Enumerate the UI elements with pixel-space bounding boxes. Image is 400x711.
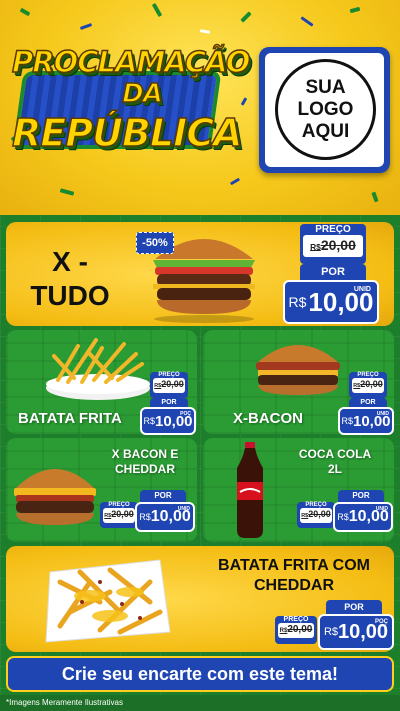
item-price: R$ 10,00 POÇ xyxy=(318,614,394,650)
confetti xyxy=(371,191,379,203)
item-name: BATATA FRITA COM CHEDDAR xyxy=(218,557,370,594)
logo-inner: SUA LOGO AQUI xyxy=(265,53,384,167)
featured-name-line-1: X - xyxy=(52,246,88,277)
event-title: PROCLAMAÇÃO DA REPÚBLICA xyxy=(11,44,251,175)
cheese-fries-image xyxy=(45,559,171,643)
item-name: X BACON E CHEDDAR xyxy=(111,447,179,476)
logo-line-3: AQUI xyxy=(301,120,350,142)
logo-line-1: SUA xyxy=(305,76,346,98)
featured-name: X - TUDO xyxy=(20,245,120,313)
title-line-1: PROCLAMAÇÃO xyxy=(11,44,251,80)
item-price: R$ 10,00 UNID xyxy=(333,502,393,532)
confetti xyxy=(240,97,248,106)
confetti xyxy=(300,16,314,27)
old-price-box: PREÇO R$20,00 xyxy=(150,372,188,398)
discount-badge: -50% xyxy=(136,232,174,254)
title-line-3: REPÚBLICA xyxy=(11,110,243,156)
confetti xyxy=(349,6,361,14)
cta-banner[interactable]: Crie seu encarte com este tema! xyxy=(6,656,394,692)
disclaimer: *Imagens Meramente Ilustrativas xyxy=(0,695,400,711)
old-price-label: PREÇO xyxy=(315,224,351,235)
burger-image xyxy=(256,345,340,395)
por-label: POR xyxy=(300,264,366,280)
item-name: X-BACON xyxy=(233,410,303,427)
featured-old-price-box: PREÇO R$20,00 xyxy=(300,224,366,264)
item-name: COCA COLA 2L xyxy=(298,447,372,476)
fries-image xyxy=(46,338,150,400)
confetti xyxy=(59,188,75,196)
por-label: POR xyxy=(326,600,382,614)
confetti xyxy=(19,7,31,17)
por-label: POR xyxy=(140,490,186,502)
item-name: BATATA FRITA xyxy=(18,410,122,427)
soda-bottle-image xyxy=(237,442,263,538)
old-price-box: PREÇO R$20,00 xyxy=(275,616,317,644)
old-price-box: PREÇO R$20,00 xyxy=(297,502,335,528)
item-price: R$ 10,00 UNID xyxy=(135,502,195,532)
title-line-2: DA xyxy=(121,78,163,110)
featured-name-line-2: TUDO xyxy=(30,280,110,311)
old-price-box: PREÇO R$20,00 xyxy=(100,502,138,528)
confetti xyxy=(199,29,211,34)
logo-line-2: LOGO xyxy=(297,98,354,120)
featured-price: R$ 10,00 UNID xyxy=(283,280,379,324)
logo-placeholder: SUA LOGO AQUI xyxy=(259,47,390,173)
header: PROCLAMAÇÃO DA REPÚBLICA SUA LOGO AQUI xyxy=(0,0,400,215)
burger-image xyxy=(14,469,96,525)
item-price: R$ 10,00 POÇ xyxy=(140,407,196,435)
por-label: POR xyxy=(338,490,384,502)
old-price-box: PREÇO R$20,00 xyxy=(349,372,387,398)
confetti xyxy=(240,11,252,23)
logo-circle: SUA LOGO AQUI xyxy=(275,59,376,160)
confetti xyxy=(229,177,241,186)
old-price-value: R$20,00 xyxy=(303,235,363,257)
confetti xyxy=(151,2,163,18)
unit-label: UNID xyxy=(353,286,371,293)
item-price: R$ 10,00 UNID xyxy=(338,407,394,435)
confetti xyxy=(79,23,93,30)
